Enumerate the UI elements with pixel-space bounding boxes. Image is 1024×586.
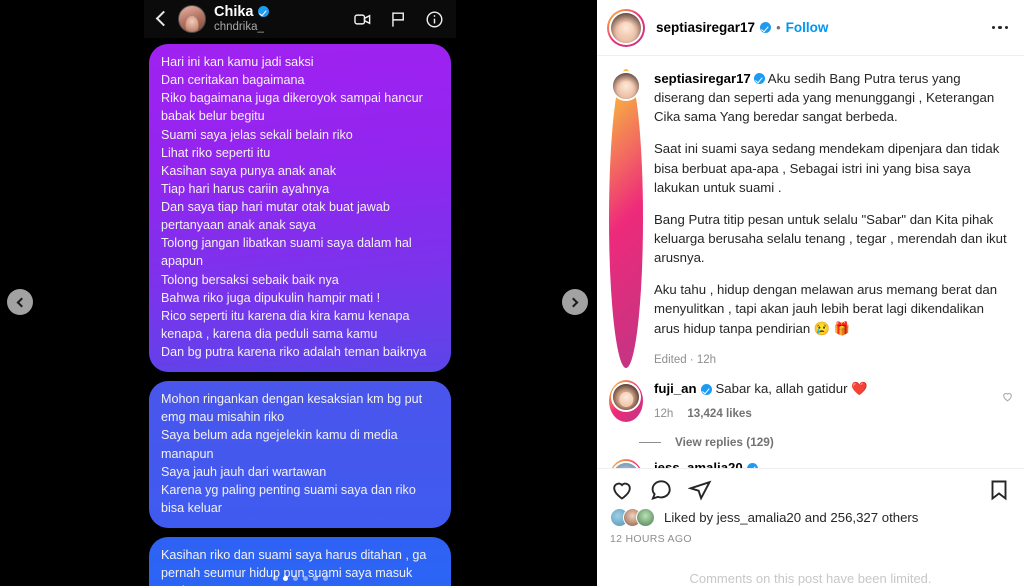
verified-icon [760, 22, 772, 33]
post-action-bar [597, 468, 1024, 506]
caption-avatar[interactable] [609, 69, 643, 369]
caption-first-paragraph: septiasiregar17 Aku sedih Bang Putra teru… [654, 69, 1010, 126]
message-line: Tolong jangan libatkan suami saya dalam … [161, 236, 412, 269]
message-line: Karena yg paling penting suami saya dan … [161, 482, 416, 515]
like-icon[interactable] [610, 478, 634, 502]
message-bubble: Mohon ringankan dengan kesaksian km bg p… [149, 381, 451, 528]
bookmark-icon[interactable] [987, 478, 1011, 502]
message-line: Dan saya tiap hari mutar otak buat jawab… [161, 200, 390, 233]
separator: • [776, 20, 781, 35]
comment-like-icon[interactable] [1001, 390, 1014, 403]
post-header: septiasiregar17 • Follow [597, 0, 1024, 56]
comment-time: 12h [654, 406, 674, 420]
caption-paragraph: Bang Putra titip pesan untuk selalu "Sab… [654, 211, 1007, 266]
message-line: Riko bagaimana juga dikeroyok sampai han… [161, 91, 423, 124]
message-line: Tiap hari harus cariin ayahnya [161, 181, 330, 196]
dm-identity: Chika chndrika_ [214, 4, 269, 35]
story-panel: Chika chndrika_ Hari ini kan kamu jadi s… [0, 0, 597, 586]
caption-paragraph: Aku tahu , hidup dengan melawan arus mem… [654, 282, 998, 336]
commenter-username[interactable]: fuji_an [654, 380, 697, 398]
message-line: Saya belum ada ngejelekin kamu di media … [161, 428, 398, 461]
divider-line [639, 441, 661, 443]
view-replies-label: View replies (129) [675, 435, 774, 450]
verified-icon [746, 462, 758, 468]
caption-username[interactable]: septiasiregar17 [654, 71, 751, 86]
post-timestamp: 12 HOURS AGO [610, 533, 692, 545]
comment-icon[interactable] [649, 478, 673, 502]
commenter-avatar[interactable] [609, 459, 643, 468]
share-icon[interactable] [688, 478, 712, 502]
flag-icon[interactable] [389, 10, 408, 29]
carousel-dot[interactable] [312, 576, 318, 581]
post-content: septiasiregar17 Aku sedih Bang Putra teru… [597, 56, 1024, 468]
carousel-dot-active[interactable] [282, 576, 288, 581]
author-identity: septiasiregar17 • Follow [656, 20, 828, 35]
message-line: Hari ini kan kamu jadi saksi [161, 55, 314, 69]
carousel-next-button[interactable] [562, 289, 588, 315]
comment-text: Sabar ka, allah gatidur ❤️ [715, 381, 868, 397]
message-line: Suami saya jelas sekali belain riko [161, 127, 353, 142]
view-replies-button[interactable]: View replies (129) [639, 435, 1024, 449]
back-icon[interactable] [152, 10, 170, 28]
caption-paragraph: Saat ini suami saya sedang mendekam dipe… [654, 141, 1000, 195]
likes-summary: Liked by jess_amalia20 and 256,327 other… [597, 506, 1024, 527]
message-line: Rico seperti itu karena dia kira kamu ke… [161, 308, 410, 341]
dm-title: Chika [214, 3, 254, 20]
verified-icon [257, 6, 269, 18]
comment-item: fuji_an Sabar ka, allah gatidur ❤️ 12h 1… [597, 368, 1024, 423]
liked-by-text[interactable]: Liked by jess_amalia20 and 256,327 other… [664, 510, 918, 525]
comments-limited-notice: Comments on this post have been limited. [689, 571, 932, 586]
message-line: Kasihan saya punya anak anak [161, 163, 337, 178]
verified-icon [753, 73, 765, 84]
carousel-dot[interactable] [292, 576, 298, 581]
carousel-prev-button[interactable] [7, 289, 33, 315]
caption: septiasiregar17 Aku sedih Bang Putra teru… [597, 56, 1024, 369]
author-avatar[interactable] [607, 8, 645, 47]
carousel-dot[interactable] [302, 576, 308, 581]
dm-header: Chika chndrika_ [144, 0, 456, 38]
message-line: Saya jauh jauh dari wartawan [161, 464, 327, 479]
message-bubble: Hari ini kan kamu jadi saksi Dan ceritak… [149, 44, 451, 373]
author-username[interactable]: septiasiregar17 [656, 20, 755, 35]
message-line: Tolong bersaksi sebaik baik nya [161, 272, 339, 287]
screenshot-root: Chika chndrika_ Hari ini kan kamu jadi s… [0, 0, 1024, 586]
message-line: Lihat riko seperti itu [161, 145, 271, 160]
info-icon[interactable] [425, 10, 444, 29]
follow-button[interactable]: Follow [786, 20, 829, 35]
more-options-icon[interactable] [990, 20, 1011, 36]
verified-icon [700, 384, 712, 396]
carousel-dots [144, 576, 456, 581]
dm-header-actions [353, 10, 448, 29]
commenter-username[interactable]: jess_amalia20 [654, 459, 743, 468]
chat-messages: Hari ini kan kamu jadi saksi Dan ceritak… [144, 38, 456, 586]
comment-item: jess_amalia20 Hasbunallah wanikmal wakil… [597, 449, 1024, 468]
liker-avatar [636, 508, 655, 527]
carousel-dot[interactable] [272, 576, 278, 581]
dm-avatar[interactable] [178, 5, 206, 33]
carousel-dot[interactable] [322, 576, 328, 581]
instagram-post-panel: septiasiregar17 • Follow septiasiregar17… [597, 0, 1024, 586]
commenter-avatar[interactable] [609, 380, 643, 423]
caption-edited-timestamp: Edited · 12h [654, 353, 717, 366]
comment-likes[interactable]: 13,424 likes [687, 406, 751, 422]
message-line: Dan bg putra karena riko adalah teman ba… [161, 345, 427, 359]
video-camera-icon[interactable] [353, 10, 372, 29]
liker-avatars [610, 508, 655, 527]
message-line: Bahwa riko juga dipukulin hampir mati ! [161, 290, 381, 305]
message-line: Mohon ringankan dengan kesaksian km bg p… [161, 392, 423, 425]
message-line: Dan ceritakan bagaimana [161, 73, 305, 88]
dm-handle: chndrika_ [214, 21, 264, 34]
